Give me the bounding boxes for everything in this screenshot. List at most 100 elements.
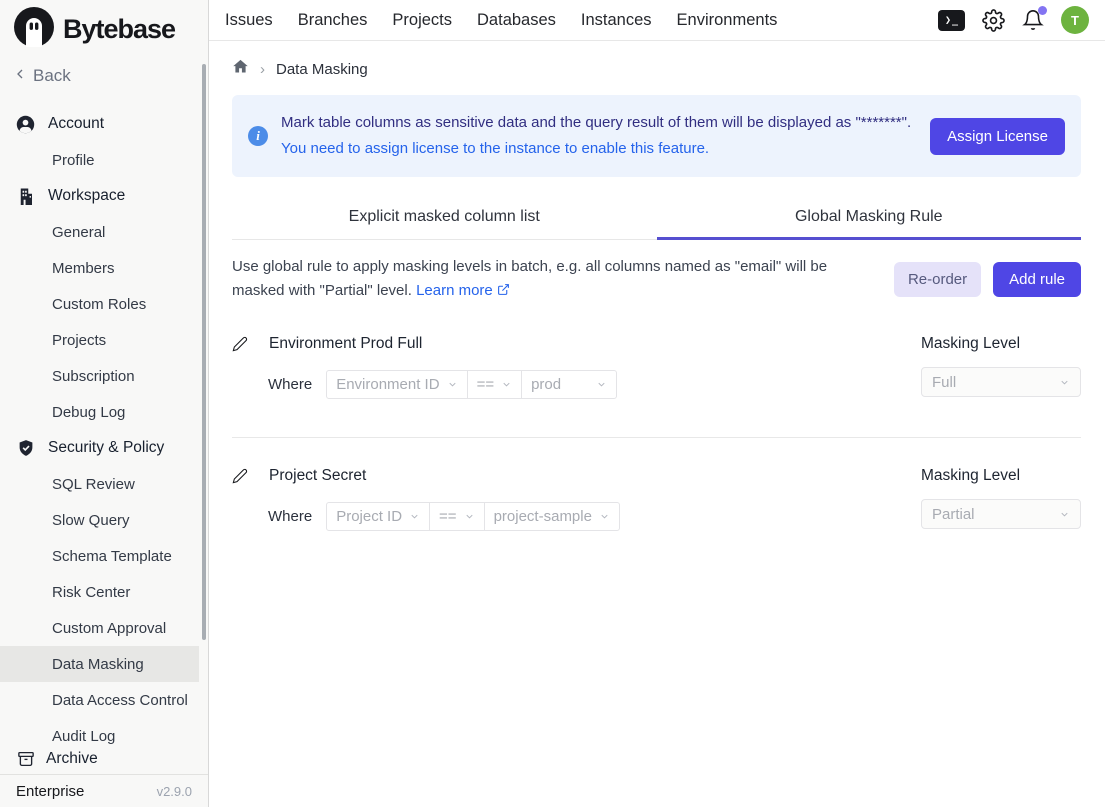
sidebar-item-data-access-control[interactable]: Data Access Control xyxy=(0,682,199,718)
masking-level-select[interactable]: Full xyxy=(921,367,1081,397)
sidebar-item-custom-roles[interactable]: Custom Roles xyxy=(0,286,199,322)
masking-level-area: Masking Level Full xyxy=(921,335,1081,397)
rule-title: Project Secret xyxy=(269,467,366,485)
section-label: Security & Policy xyxy=(48,439,164,457)
reorder-button[interactable]: Re-order xyxy=(894,262,981,297)
add-rule-button[interactable]: Add rule xyxy=(993,262,1081,297)
where-label: Where xyxy=(268,376,312,393)
edit-pencil-icon[interactable] xyxy=(232,336,248,352)
sidebar-item-members[interactable]: Members xyxy=(0,250,199,286)
bytebase-logo[interactable]: Bytebase xyxy=(0,0,208,58)
sidebar-scrollbar[interactable] xyxy=(202,64,206,640)
rules-actions: Re-order Add rule xyxy=(894,262,1081,297)
sidebar-item-slow-query[interactable]: Slow Query xyxy=(0,502,199,538)
value-select[interactable]: project-sample xyxy=(484,502,620,531)
sidebar-section-security-policy[interactable]: Security & Policy xyxy=(0,430,208,466)
plan-label: Enterprise xyxy=(16,783,84,800)
rule-condition-area: Environment Prod Full Where Environment … xyxy=(232,335,921,399)
sidebar-section-workspace[interactable]: Workspace xyxy=(0,178,208,214)
nav-databases[interactable]: Databases xyxy=(477,11,556,30)
back-button[interactable]: Back xyxy=(0,58,208,94)
sidebar-footer: Enterprise v2.9.0 xyxy=(0,774,208,807)
learn-more-link[interactable]: Learn more xyxy=(416,282,510,299)
info-icon: i xyxy=(248,126,268,146)
building-icon xyxy=(16,187,35,206)
breadcrumb-separator: › xyxy=(260,61,265,78)
value-select[interactable]: prod xyxy=(521,370,617,399)
masking-rules-list: Environment Prod Full Where Environment … xyxy=(232,335,1081,531)
tab-explicit-masked-column-list[interactable]: Explicit masked column list xyxy=(232,197,657,240)
banner-license-hint-link[interactable]: You need to assign license to the instan… xyxy=(281,136,917,162)
sidebar-nav: Account Profile Workspace G xyxy=(0,94,208,744)
masking-level-select[interactable]: Partial xyxy=(921,499,1081,529)
operator-select[interactable]: == xyxy=(429,502,485,531)
chevron-down-icon xyxy=(1059,509,1070,520)
sidebar-item-sql-review[interactable]: SQL Review xyxy=(0,466,199,502)
top-actions: ❯_ T xyxy=(938,6,1089,34)
rules-header: Use global rule to apply masking levels … xyxy=(232,255,1081,303)
nav-environments[interactable]: Environments xyxy=(677,11,778,30)
sidebar-item-general[interactable]: General xyxy=(0,214,199,250)
archive-label: Archive xyxy=(46,750,98,768)
masking-level-area: Masking Level Partial xyxy=(921,467,1081,529)
sidebar-item-subscription[interactable]: Subscription xyxy=(0,358,199,394)
version-label: v2.9.0 xyxy=(157,784,192,799)
factor-select[interactable]: Project ID xyxy=(326,502,430,531)
condition-expression: Environment ID == prod xyxy=(326,370,617,399)
user-avatar[interactable]: T xyxy=(1061,6,1089,34)
sidebar-item-schema-template[interactable]: Schema Template xyxy=(0,538,199,574)
back-label: Back xyxy=(33,66,71,86)
sidebar-item-audit-log[interactable]: Audit Log xyxy=(0,718,199,744)
banner-message: Mark table columns as sensitive data and… xyxy=(281,110,917,136)
rule-divider xyxy=(232,437,1081,438)
breadcrumb-current: Data Masking xyxy=(276,61,368,78)
brand-name: Bytebase xyxy=(63,14,175,45)
shield-check-icon xyxy=(16,439,35,458)
section-label: Account xyxy=(48,115,104,133)
top-bar: Issues Branches Projects Databases Insta… xyxy=(209,0,1105,41)
archive-icon xyxy=(16,750,35,769)
sidebar-section-account[interactable]: Account xyxy=(0,106,208,142)
chevron-down-icon xyxy=(501,379,512,390)
edit-pencil-icon[interactable] xyxy=(232,468,248,484)
nav-projects[interactable]: Projects xyxy=(392,11,452,30)
nav-issues[interactable]: Issues xyxy=(225,11,273,30)
sidebar-item-risk-center[interactable]: Risk Center xyxy=(0,574,199,610)
assign-license-button[interactable]: Assign License xyxy=(930,118,1065,155)
masking-level-label: Masking Level xyxy=(921,467,1081,485)
top-nav: Issues Branches Projects Databases Insta… xyxy=(225,11,777,30)
app-root: Bytebase Back xyxy=(0,0,1105,807)
rules-description: Use global rule to apply masking levels … xyxy=(232,255,880,303)
masking-rule-row: Environment Prod Full Where Environment … xyxy=(232,335,1081,399)
chevron-down-icon xyxy=(599,511,610,522)
sidebar-item-profile[interactable]: Profile xyxy=(0,142,199,178)
page-content: › Data Masking i Mark table columns as s… xyxy=(209,41,1105,807)
sidebar: Bytebase Back xyxy=(0,0,209,807)
breadcrumb: › Data Masking xyxy=(232,57,1081,81)
notification-dot xyxy=(1038,6,1047,15)
chevron-down-icon xyxy=(1059,377,1070,388)
sidebar-item-data-masking[interactable]: Data Masking xyxy=(0,646,199,682)
nav-instances[interactable]: Instances xyxy=(581,11,652,30)
settings-gear-icon[interactable] xyxy=(982,9,1005,32)
operator-select[interactable]: == xyxy=(467,370,523,399)
notifications-bell-icon[interactable] xyxy=(1022,9,1044,31)
factor-select[interactable]: Environment ID xyxy=(326,370,467,399)
sidebar-item-custom-approval[interactable]: Custom Approval xyxy=(0,610,199,646)
sidebar-item-archive[interactable]: Archive xyxy=(0,744,208,774)
chevron-down-icon xyxy=(464,511,475,522)
rule-condition-area: Project Secret Where Project ID == xyxy=(232,467,921,531)
nav-branches[interactable]: Branches xyxy=(298,11,368,30)
masking-level-label: Masking Level xyxy=(921,335,1081,353)
rules-description-text: Use global rule to apply masking levels … xyxy=(232,258,827,299)
sidebar-item-debug-log[interactable]: Debug Log xyxy=(0,394,199,430)
banner-text: Mark table columns as sensitive data and… xyxy=(281,110,917,162)
home-icon[interactable] xyxy=(232,58,249,80)
chevron-left-icon xyxy=(12,66,28,87)
sidebar-item-projects[interactable]: Projects xyxy=(0,322,199,358)
tab-global-masking-rule[interactable]: Global Masking Rule xyxy=(657,197,1082,240)
condition-expression: Project ID == project-sample xyxy=(326,502,620,531)
sql-editor-terminal-icon[interactable]: ❯_ xyxy=(938,10,965,31)
chevron-down-icon xyxy=(596,379,607,390)
bytebase-logo-icon xyxy=(14,7,54,52)
